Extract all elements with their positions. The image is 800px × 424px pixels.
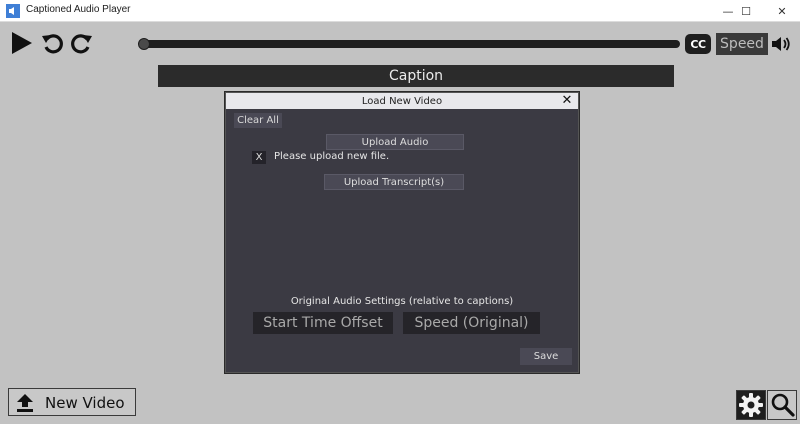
- status-text: Please upload new file.: [274, 151, 390, 162]
- dialog-header: Load New Video ✕: [226, 93, 578, 109]
- search-button[interactable]: [767, 390, 797, 420]
- cc-button[interactable]: CC: [685, 34, 711, 54]
- play-icon[interactable]: [8, 30, 34, 56]
- upload-audio-button[interactable]: Upload Audio: [326, 134, 464, 150]
- window-title: Captioned Audio Player: [26, 4, 131, 15]
- maximize-button[interactable]: ☐: [728, 0, 764, 22]
- volume-icon[interactable]: [771, 35, 791, 53]
- title-bar: Captioned Audio Player — ☐ ✕: [0, 0, 800, 22]
- speed-button[interactable]: Speed: [716, 33, 768, 55]
- clear-all-button[interactable]: Clear All: [234, 113, 282, 128]
- new-video-button[interactable]: New Video: [8, 388, 136, 416]
- upload-icon: [17, 394, 33, 412]
- forward-icon[interactable]: [68, 30, 94, 56]
- speaker-app-icon: [6, 4, 20, 18]
- search-icon: [771, 393, 795, 417]
- speed-original-field[interactable]: Speed (Original): [403, 312, 540, 334]
- new-video-label: New Video: [45, 394, 125, 412]
- rewind-icon[interactable]: [40, 30, 66, 56]
- caption-display: Caption: [158, 65, 674, 87]
- load-video-dialog: Load New Video ✕ Clear All Upload Audio …: [225, 92, 579, 373]
- seek-handle[interactable]: [138, 38, 150, 50]
- seek-bar[interactable]: [138, 38, 680, 50]
- audio-settings-label: Original Audio Settings (relative to cap…: [290, 296, 514, 307]
- start-time-offset-field[interactable]: Start Time Offset: [253, 312, 393, 334]
- upload-transcripts-button[interactable]: Upload Transcript(s): [324, 174, 464, 190]
- save-button[interactable]: Save: [520, 348, 572, 365]
- settings-button[interactable]: [736, 390, 766, 420]
- dialog-close-icon[interactable]: ✕: [560, 94, 574, 108]
- gear-icon: [739, 393, 763, 417]
- status-x-mark: X: [252, 151, 266, 164]
- close-button[interactable]: ✕: [764, 0, 800, 22]
- dialog-title: Load New Video: [361, 95, 443, 107]
